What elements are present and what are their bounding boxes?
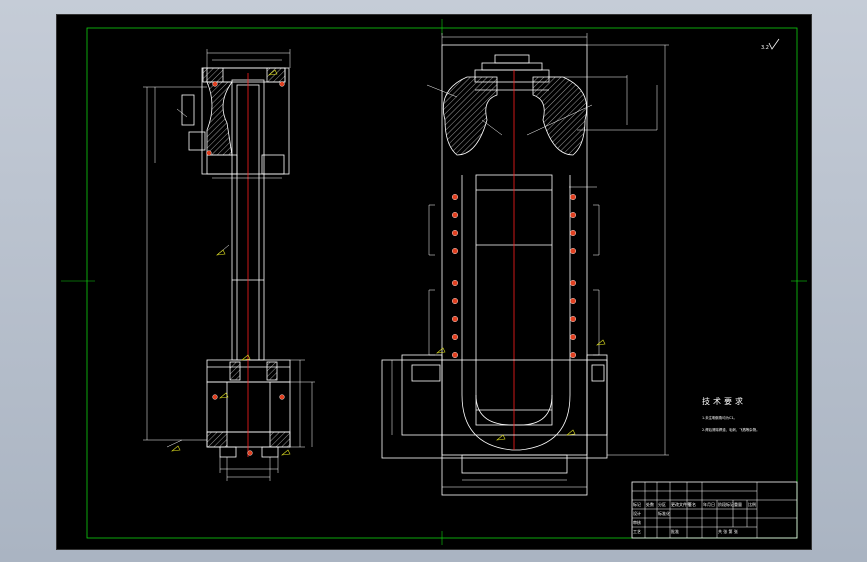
svg-text:处数: 处数 xyxy=(646,501,654,507)
svg-text:工艺: 工艺 xyxy=(633,529,641,534)
surface-roughness-mark: 3.2 xyxy=(761,38,780,51)
svg-text:比例: 比例 xyxy=(748,501,756,507)
svg-text:签名: 签名 xyxy=(688,501,696,507)
svg-text:重量: 重量 xyxy=(734,501,742,507)
drawing-viewport[interactable]: 3.2 技术要求 1.未注明倒角均为C1。 2.焊后清除焊渣、毛刺、飞溅等杂物。… xyxy=(56,14,812,550)
left-view xyxy=(143,49,315,481)
svg-text:批准: 批准 xyxy=(671,528,679,534)
right-view xyxy=(381,33,669,496)
title-block: 标记 处数 分区 更改文件号 签名 年月日 设计 标准化 审核 工艺 批准 阶段… xyxy=(631,481,798,539)
svg-text:标记: 标记 xyxy=(633,501,641,507)
svg-text:设计: 设计 xyxy=(633,510,641,516)
technical-note-2: 2.焊后清除焊渣、毛刺、飞溅等杂物。 xyxy=(702,427,759,432)
svg-text:分区: 分区 xyxy=(658,501,666,507)
svg-text:共 张 第 张: 共 张 第 张 xyxy=(718,528,738,534)
svg-text:年月日: 年月日 xyxy=(703,501,715,507)
svg-text:审核: 审核 xyxy=(633,519,641,525)
svg-text:3.2: 3.2 xyxy=(761,45,769,51)
cad-drawing[interactable]: 3.2 技术要求 1.未注明倒角均为C1。 2.焊后清除焊渣、毛刺、飞溅等杂物。… xyxy=(57,15,811,549)
technical-note-1: 1.未注明倒角均为C1。 xyxy=(702,415,737,420)
svg-text:标准化: 标准化 xyxy=(658,510,670,516)
drawing-frame xyxy=(61,19,807,545)
technical-requirements-title: 技术要求 xyxy=(702,396,746,406)
technical-requirements: 技术要求 1.未注明倒角均为C1。 2.焊后清除焊渣、毛刺、飞溅等杂物。 xyxy=(702,396,759,432)
svg-text:阶段标记: 阶段标记 xyxy=(718,501,734,507)
